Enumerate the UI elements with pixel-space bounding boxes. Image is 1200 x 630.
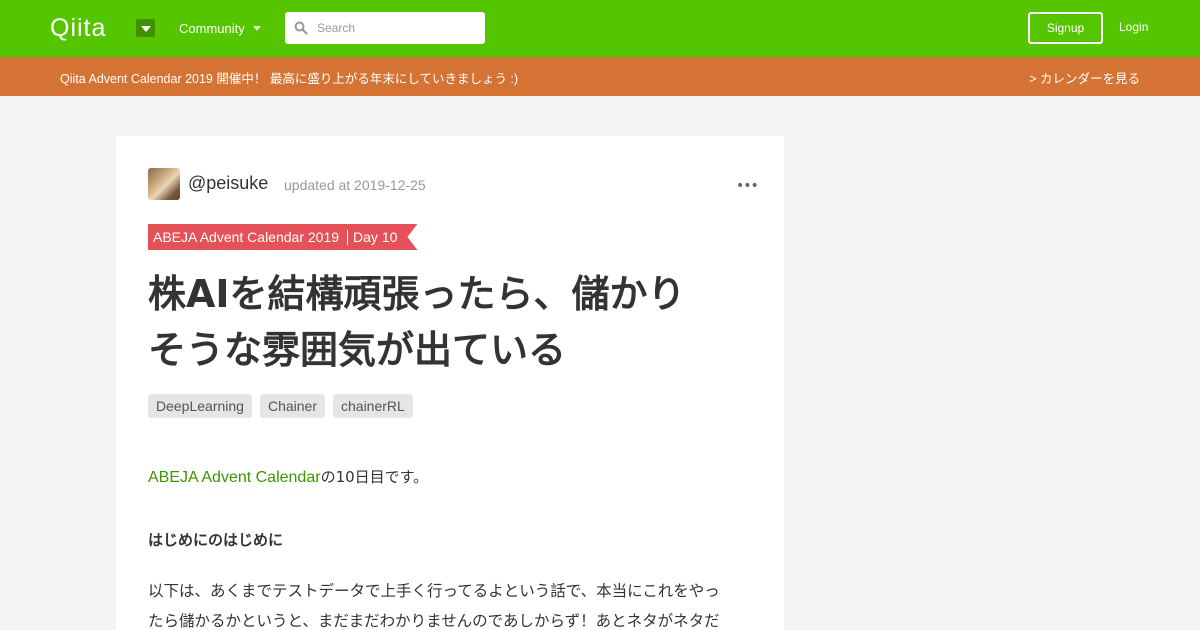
- author-name[interactable]: @peisuke: [188, 173, 268, 194]
- chevron-down-icon: [140, 25, 151, 32]
- title-line-1: 株AIを結構頑張ったら、儲かり: [148, 272, 686, 316]
- advent-calendar-ribbon[interactable]: ABEJA Advent Calendar 2019 Day 10: [148, 224, 417, 250]
- intro-paragraph: ABEJA Advent Calendarの10日目です。: [148, 466, 428, 487]
- intro-text: の10日目です。: [320, 468, 429, 486]
- updated-date: updated at 2019-12-25: [284, 177, 426, 193]
- body-line-2: たら儲かるかというと、まだまだわかりませんのであしからず！あとネタがネタだ: [148, 612, 720, 630]
- top-header: Qiita Community Signup Login: [0, 0, 1200, 57]
- section-heading: はじめにのはじめに: [148, 531, 284, 549]
- tag-list: DeepLearning Chainer chainerRL: [148, 394, 421, 418]
- tag-chainer[interactable]: Chainer: [259, 394, 325, 418]
- article-card: @peisuke updated at 2019-12-25 ••• ABEJA…: [116, 136, 784, 630]
- qiita-logo[interactable]: Qiita: [50, 14, 106, 42]
- signup-button[interactable]: Signup: [1028, 12, 1103, 44]
- announcement-message[interactable]: Qiita Advent Calendar 2019 開催中！ 最高に盛り上がる…: [60, 68, 518, 87]
- body-line-1: 以下は、あくまでテストデータで上手く行ってるよという話で、本当にこれをやっ: [148, 582, 720, 600]
- tag-chainerrl[interactable]: chainerRL: [333, 394, 413, 418]
- search-box[interactable]: [285, 12, 485, 44]
- search-input[interactable]: [317, 12, 477, 44]
- calendar-link[interactable]: > カレンダーを見る: [1029, 68, 1140, 87]
- community-label: Community: [179, 21, 245, 36]
- more-options-icon[interactable]: •••: [736, 178, 759, 194]
- advent-calendar-link[interactable]: ABEJA Advent Calendar: [148, 469, 321, 486]
- title-line-2: そうな雰囲気が出ている: [148, 328, 567, 372]
- calendar-day: Day 10: [353, 229, 398, 245]
- announcement-bar: Qiita Advent Calendar 2019 開催中！ 最高に盛り上がる…: [0, 57, 1200, 96]
- caret-down-icon: [252, 26, 261, 31]
- search-icon: [294, 21, 308, 35]
- community-menu[interactable]: Community: [179, 21, 261, 36]
- tag-deeplearning[interactable]: DeepLearning: [148, 394, 252, 418]
- body-paragraph: 以下は、あくまでテストデータで上手く行ってるよという話で、本当にこれをやっ たら…: [148, 576, 748, 630]
- ribbon-divider: [347, 230, 348, 245]
- login-link[interactable]: Login: [1119, 20, 1148, 34]
- logo-menu-button[interactable]: [136, 19, 155, 37]
- calendar-name: ABEJA Advent Calendar 2019: [153, 229, 340, 245]
- page-title: 株AIを結構頑張ったら、儲かり そうな雰囲気が出ている: [148, 266, 748, 378]
- avatar[interactable]: [148, 168, 180, 200]
